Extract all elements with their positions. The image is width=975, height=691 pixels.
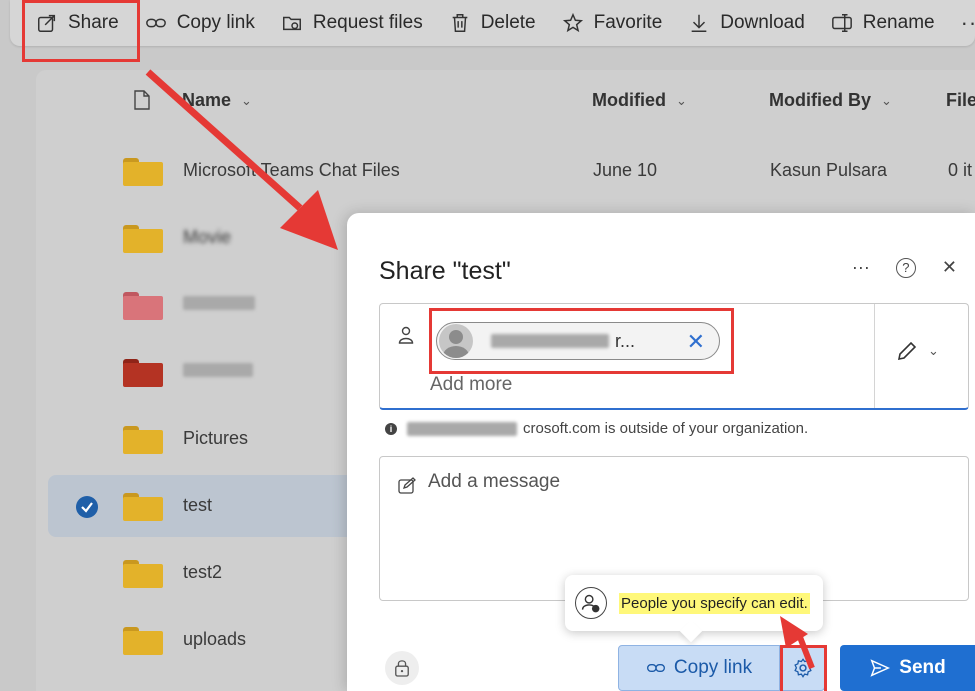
dialog-header-actions: ··· ? ✕ [826,257,957,278]
folder-icon [123,359,163,387]
edit-icon [398,477,416,494]
lock-icon[interactable] [385,651,419,685]
favorite-label: Favorite [593,12,663,33]
info-icon: i [385,422,397,435]
permission-dropdown[interactable]: ⌄ [896,340,939,362]
column-header-modified-by[interactable]: Modified By ⌄ [769,90,892,111]
more-options-icon[interactable]: ··· [852,257,870,278]
download-button[interactable]: Download [688,3,805,43]
row-name[interactable]: test2 [183,562,222,583]
annotation-box-recipient [429,308,734,374]
command-bar: Share Copy link Request files Delete Fav… [10,0,975,46]
chevron-down-icon: ⌄ [928,343,939,358]
annotation-box-share [22,0,140,62]
divider [874,304,875,408]
person-settings-icon [575,587,607,619]
column-header-file-size[interactable]: File [946,90,975,111]
link-icon [646,664,665,672]
copy-link-button-label: Copy link [673,657,753,678]
row-name[interactable]: Microsoft Teams Chat Files [183,160,400,181]
share-dialog: Share "test" ··· ? ✕ r... ✕ ⌄ i crosoft.… [347,213,975,691]
annotation-box-gear [780,645,827,691]
folder-icon [123,493,163,521]
link-icon [145,18,166,28]
close-icon[interactable]: ✕ [942,257,957,278]
tooltip-text: People you specify can edit. [619,592,810,614]
checkmark-icon[interactable] [76,496,98,518]
star-icon [562,12,583,33]
row-items: 0 it [948,160,973,180]
trash-icon [452,14,468,32]
request-files-label: Request files [312,12,423,33]
copy-link-button[interactable]: Copy link [618,645,780,691]
file-type-icon [134,90,150,110]
folder-icon [123,158,163,186]
row-modified-by: Kasun Pulsara [770,160,888,180]
favorite-button[interactable]: Favorite [562,3,663,43]
copy-link-label: Copy link [176,12,255,33]
delete-button[interactable]: Delete [449,3,536,43]
shared-folder-icon [123,560,163,588]
list-header: Name ⌄ Modified ⌄ Modified By ⌄ File [36,80,975,122]
rename-button[interactable]: Rename [831,3,935,43]
folder-icon [123,292,163,320]
more-options-button[interactable]: ·· [961,10,975,36]
row-name[interactable]: test [183,495,212,516]
request-files-button[interactable]: Request files [281,3,423,43]
copy-link-toolbar-button[interactable]: Copy link [145,3,255,43]
download-label: Download [720,12,805,33]
row-name[interactable]: Pictures [183,428,248,449]
row-name-redacted[interactable] [183,294,255,315]
chevron-down-icon: ⌄ [676,92,687,108]
row-name-redacted[interactable] [183,361,253,382]
help-icon[interactable]: ? [895,257,916,278]
chevron-down-icon: ⌄ [241,92,252,108]
chevron-down-icon: ⌄ [881,92,892,108]
download-icon [691,14,707,32]
add-more-input[interactable] [430,374,730,396]
column-header-modified[interactable]: Modified ⌄ [592,90,687,111]
folder-icon [123,627,163,655]
dialog-title: Share "test" [379,257,511,285]
row-modified: June 10 [593,160,658,180]
person-icon [398,326,414,344]
message-input[interactable] [428,471,948,581]
send-button[interactable]: Send [840,645,975,691]
send-label: Send [899,657,946,678]
rename-label: Rename [862,12,935,33]
table-row[interactable]: Microsoft Teams Chat Files June 10 Kasun… [48,140,975,202]
send-icon [870,659,891,677]
pencil-icon [897,341,917,361]
redacted-email [407,421,517,436]
permission-tooltip: People you specify can edit. [565,575,823,631]
folder-icon [123,426,163,454]
rename-icon [831,14,852,32]
folder-icon [123,225,163,253]
external-notice: i crosoft.com is outside of your organiz… [385,420,808,437]
row-name[interactable]: Movie [183,227,231,248]
row-name[interactable]: uploads [183,629,246,650]
delete-label: Delete [480,12,536,33]
folder-request-icon [282,16,301,31]
column-header-name[interactable]: Name ⌄ [182,90,252,111]
